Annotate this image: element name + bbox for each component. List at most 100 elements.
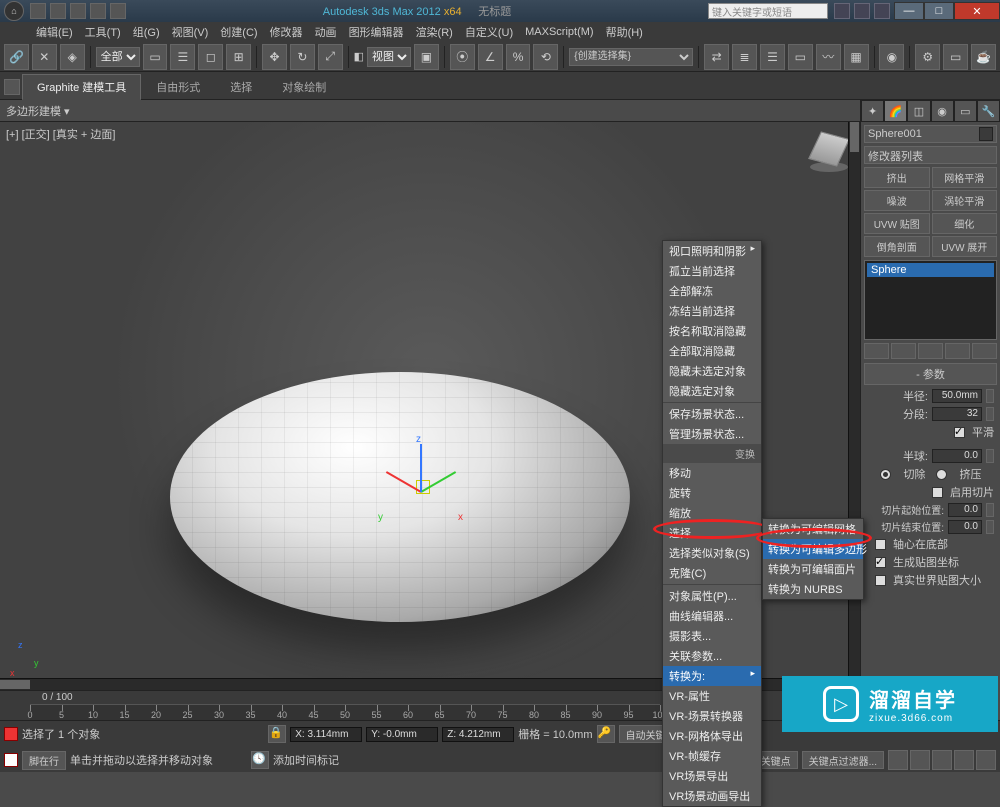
tab-objectpaint[interactable]: 对象绘制 (267, 74, 341, 100)
move-icon[interactable]: ✥ (262, 44, 287, 70)
stack-pin-icon[interactable] (864, 343, 889, 359)
select-rect-icon[interactable]: ◻ (198, 44, 223, 70)
timetag-label[interactable]: 添加时间标记 (273, 752, 339, 768)
stack-item-sphere[interactable]: Sphere (867, 263, 994, 277)
cm-vr-sceneexport[interactable]: VR场景导出 (663, 766, 761, 786)
gizmo-z-axis-icon[interactable] (420, 444, 422, 492)
renderframe-icon[interactable]: ▭ (943, 44, 968, 70)
minimize-button[interactable]: — (894, 2, 924, 20)
time-ruler[interactable]: 0510152025303540455055606570758085909510… (30, 704, 660, 720)
qat-redo-icon[interactable] (110, 3, 126, 19)
render-icon[interactable]: ☕ (971, 44, 996, 70)
modifier-stack[interactable]: Sphere (864, 260, 997, 340)
menu-maxscript[interactable]: MAXScript(M) (519, 24, 599, 40)
qat-new-icon[interactable] (30, 3, 46, 19)
material-icon[interactable]: ◉ (879, 44, 904, 70)
radius-field[interactable]: 50.0mm (932, 389, 982, 403)
keyfilter-button[interactable]: 关键点过滤器... (802, 751, 884, 769)
cm-object-props[interactable]: 对象属性(P)... (663, 586, 761, 606)
link-icon[interactable]: 🔗 (4, 44, 29, 70)
menu-tools[interactable]: 工具(T) (79, 22, 127, 42)
cm-clone[interactable]: 克隆(C) (663, 563, 761, 583)
tab-display-icon[interactable]: ▭ (954, 100, 977, 122)
ribbon-panel-polymodel[interactable]: 多边形建模 ▾ (0, 100, 1000, 122)
move-gizmo[interactable]: x y z (380, 452, 460, 532)
lock-selection-icon[interactable]: 🔒 (268, 725, 286, 743)
cm-select[interactable]: 选择 (663, 523, 761, 543)
snap-icon[interactable]: ⦿ (450, 44, 475, 70)
timetag-icon[interactable]: 🕓 (251, 751, 269, 769)
cm-scale[interactable]: 缩放 (663, 503, 761, 523)
btn-meshsmooth[interactable]: 网格平滑 (932, 167, 998, 188)
pivot-icon[interactable]: ▣ (414, 44, 439, 70)
menu-animation[interactable]: 动画 (309, 22, 343, 42)
key-icon[interactable]: 🔑 (597, 725, 615, 743)
select-icon[interactable]: ▭ (143, 44, 168, 70)
genuv-checkbox[interactable] (875, 557, 886, 568)
menu-help[interactable]: 帮助(H) (600, 22, 649, 42)
rendersetup-icon[interactable]: ⚙ (915, 44, 940, 70)
selection-filter[interactable]: 全部 (96, 47, 140, 67)
cm-vr-animexport[interactable]: VR场景动画导出 (663, 786, 761, 806)
slice-from-field[interactable]: 0.0 (948, 503, 982, 517)
tab-hierarchy-icon[interactable]: ◫ (907, 100, 930, 122)
basepivot-checkbox[interactable] (875, 539, 886, 550)
viewcube[interactable] (806, 128, 852, 174)
menu-modifiers[interactable]: 修改器 (264, 22, 309, 42)
squash-radio[interactable] (936, 469, 947, 480)
unlink-icon[interactable]: ✕ (32, 44, 57, 70)
btn-tessellate[interactable]: 细化 (932, 213, 998, 234)
star-icon[interactable] (854, 3, 870, 19)
cm-convert-to[interactable]: 转换为: (663, 666, 761, 686)
object-color-swatch[interactable] (979, 127, 993, 141)
layers-icon[interactable]: ☰ (760, 44, 785, 70)
qat-undo-icon[interactable] (90, 3, 106, 19)
btn-extrude[interactable]: 挤出 (864, 167, 930, 188)
stack-unique-icon[interactable] (918, 343, 943, 359)
cm-hide-unsel[interactable]: 隐藏未选定对象 (663, 361, 761, 381)
modifier-list-dropdown[interactable]: 修改器列表 (864, 146, 997, 164)
cm-hide-sel[interactable]: 隐藏选定对象 (663, 381, 761, 401)
stack-remove-icon[interactable] (945, 343, 970, 359)
select-name-icon[interactable]: ☰ (170, 44, 195, 70)
running-button[interactable]: 脚在行 (22, 751, 66, 770)
cm-unhide-byname[interactable]: 按名称取消隐藏 (663, 321, 761, 341)
rotate-icon[interactable]: ↻ (290, 44, 315, 70)
chop-radio[interactable] (880, 469, 891, 480)
cm-freeze-sel[interactable]: 冻结当前选择 (663, 301, 761, 321)
maximize-button[interactable]: □ (924, 2, 954, 20)
bind-icon[interactable]: ◈ (60, 44, 85, 70)
cm-curve-editor[interactable]: 曲线编辑器... (663, 606, 761, 626)
scale-icon[interactable]: ⤢ (318, 44, 343, 70)
tab-selection[interactable]: 选择 (215, 74, 267, 100)
infocenter-icon[interactable] (834, 3, 850, 19)
cm-isolate[interactable]: 孤立当前选择 (663, 261, 761, 281)
cm-vr-sceneconv[interactable]: VR-场景转换器 (663, 706, 761, 726)
align-icon[interactable]: ≣ (732, 44, 757, 70)
cm-wire-params[interactable]: 关联参数... (663, 646, 761, 666)
menu-customize[interactable]: 自定义(U) (459, 22, 519, 42)
slice-to-field[interactable]: 0.0 (948, 520, 982, 534)
btn-uvwunwrap[interactable]: UVW 展开 (932, 236, 998, 257)
close-button[interactable]: ✕ (954, 2, 1000, 20)
menu-grapheditors[interactable]: 图形编辑器 (343, 22, 410, 42)
cm-move[interactable]: 移动 (663, 463, 761, 483)
cm-unhide-all[interactable]: 全部取消隐藏 (663, 341, 761, 361)
cm-rotate[interactable]: 旋转 (663, 483, 761, 503)
cm-vr-props[interactable]: VR-属性 (663, 686, 761, 706)
btn-bevelprofile[interactable]: 倒角剖面 (864, 236, 930, 257)
ribbon-icon[interactable]: ▭ (788, 44, 813, 70)
hemi-spinner[interactable] (986, 449, 994, 463)
stack-config-icon[interactable] (972, 343, 997, 359)
sm-convert-patch[interactable]: 转换为可编辑面片 (763, 559, 863, 579)
radius-spinner[interactable] (986, 389, 994, 403)
menu-group[interactable]: 组(G) (127, 22, 166, 42)
slice-from-spinner[interactable] (986, 503, 994, 517)
cm-unfreeze-all[interactable]: 全部解冻 (663, 281, 761, 301)
schematic-icon[interactable]: ▦ (844, 44, 869, 70)
sm-convert-mesh[interactable]: 转换为可编辑网格 (763, 519, 863, 539)
mirror-icon[interactable]: ⇄ (704, 44, 729, 70)
tab-graphite[interactable]: Graphite 建模工具 (22, 74, 141, 100)
tab-modify-icon[interactable]: 🌈 (884, 100, 907, 122)
viewport-label[interactable]: [+] [正交] [真实 + 边面] (6, 126, 115, 142)
